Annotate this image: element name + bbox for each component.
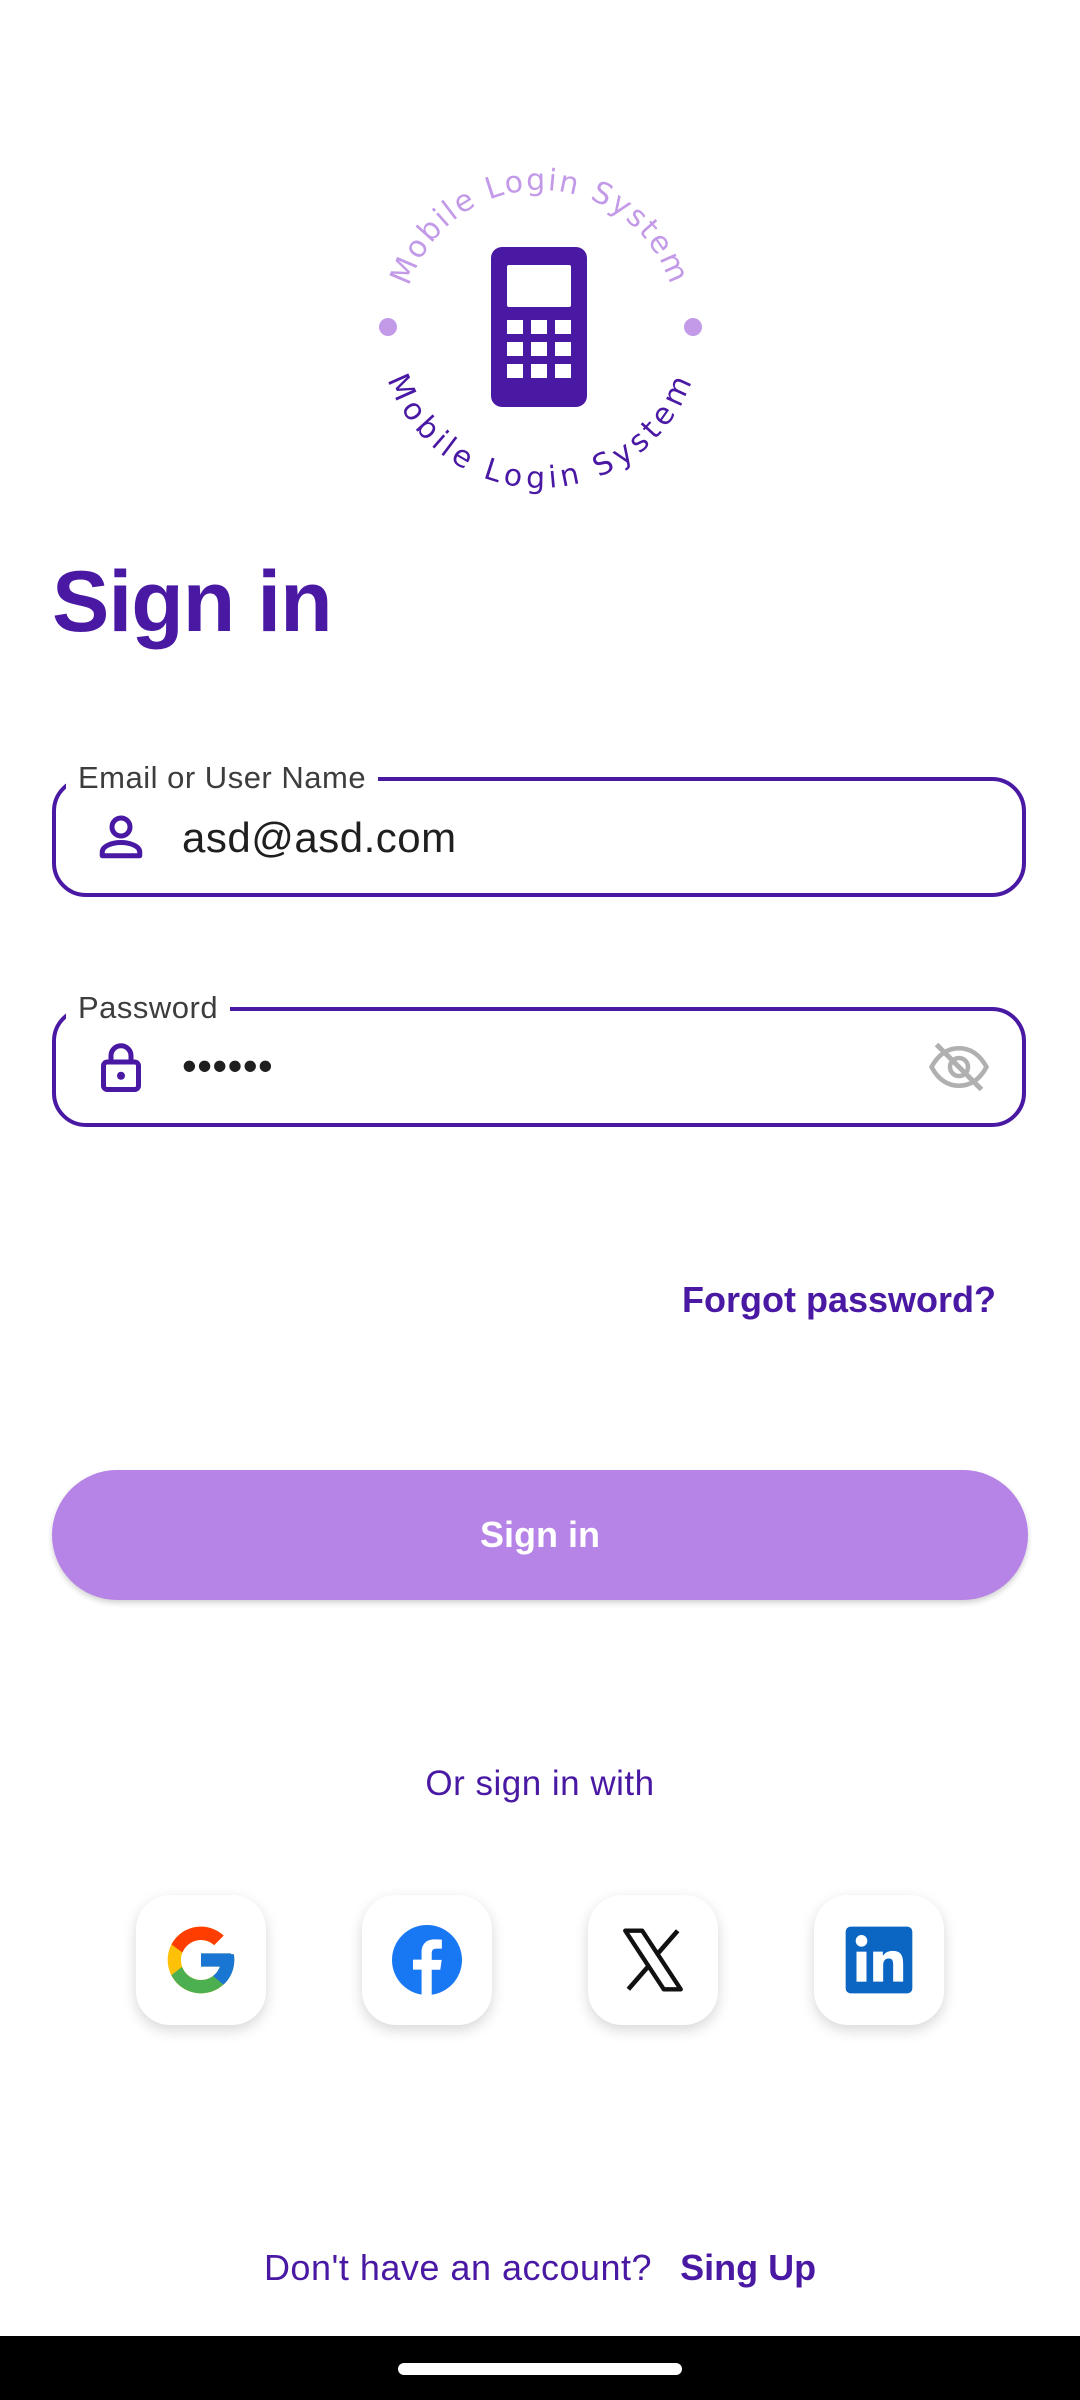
phone-icon [491, 247, 587, 407]
google-icon [167, 1926, 235, 1994]
facebook-sign-in-button[interactable] [362, 1895, 492, 2025]
forgot-password-link[interactable]: Forgot password? [682, 1278, 996, 1322]
x-sign-in-button[interactable] [588, 1895, 718, 2025]
or-sign-in-with-label: Or sign in with [425, 1764, 655, 1803]
eye-off-icon[interactable] [926, 1037, 992, 1097]
password-field-label: Password [66, 988, 231, 1028]
password-input[interactable]: •••••• [182, 1039, 273, 1093]
facebook-icon [392, 1925, 462, 1995]
app-logo: Mobile Login System Mobile Login System [379, 163, 702, 496]
sign-up-link[interactable]: Sing Up [680, 2247, 816, 2288]
email-field-label: Email or User Name [66, 758, 379, 798]
email-field[interactable]: Email or User Name asd@asd.com [52, 758, 1026, 897]
system-navigation-bar [0, 2336, 1080, 2400]
google-sign-in-button[interactable] [136, 1895, 266, 2025]
password-field[interactable]: Password •••••• [52, 988, 1026, 1127]
sign-up-prompt-row: Don't have an account? Sing Up [0, 2245, 1080, 2291]
person-icon [99, 815, 143, 859]
sign-in-button-label: Sign in [480, 1514, 600, 1555]
linkedin-sign-in-button[interactable] [814, 1895, 944, 2025]
linkedin-icon [845, 1926, 913, 1994]
email-input[interactable]: asd@asd.com [182, 811, 457, 865]
lock-icon [101, 1043, 141, 1092]
x-icon [623, 1928, 683, 1992]
page-title: Sign in [52, 554, 333, 650]
no-account-text: Don't have an account? [263, 2247, 653, 2288]
home-gesture-handle[interactable] [398, 2363, 682, 2375]
sign-in-screen: Mobile Login System Mobile Login System … [0, 0, 1080, 2400]
sign-in-button[interactable]: Sign in [52, 1470, 1028, 1600]
